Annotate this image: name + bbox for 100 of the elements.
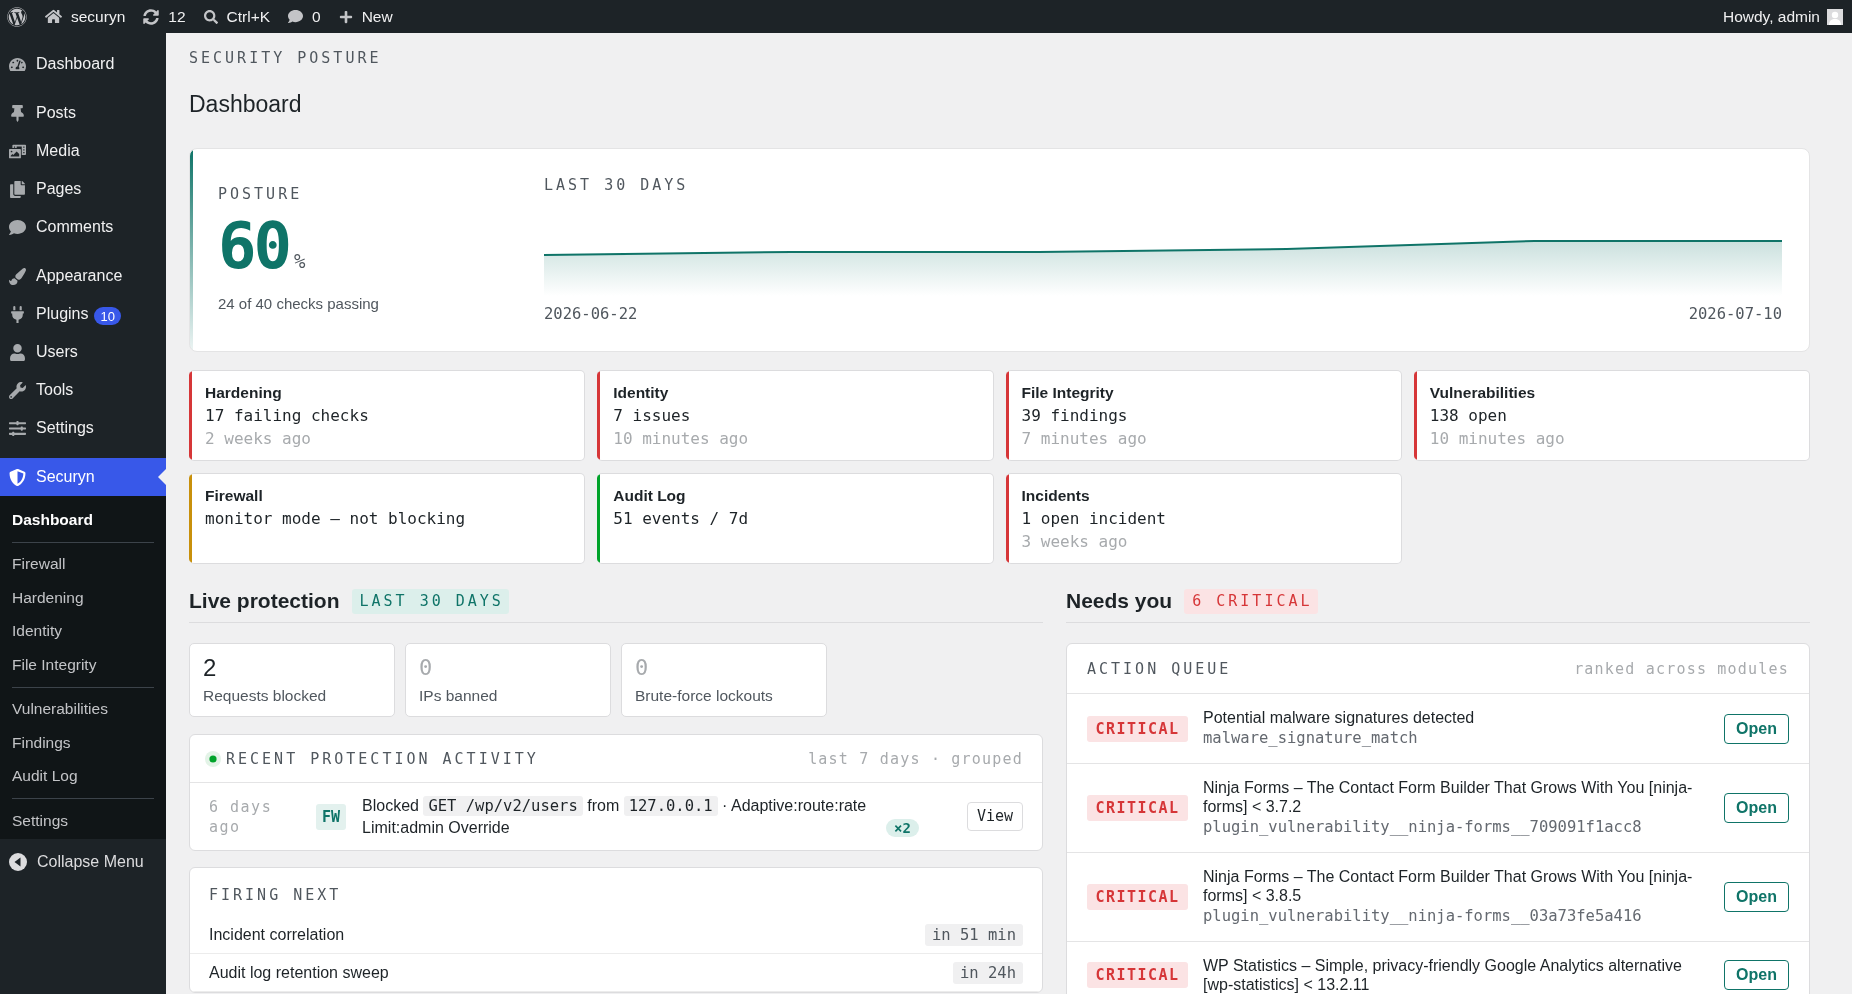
comments-link[interactable]: 0	[288, 6, 321, 27]
module-summary: 17 failing checks	[205, 405, 370, 427]
submenu-item[interactable]: Identity	[0, 614, 166, 648]
queue-title: ACTION QUEUE	[1087, 659, 1232, 678]
logo-icon[interactable]	[7, 6, 27, 27]
finding-title: WP Statistics – Simple, privacy-friendly Google Analytics alternative [wp-statistics] < 13.2.11	[1203, 956, 1683, 994]
module-updated: 3 weeks ago	[1021, 531, 1129, 553]
job-name: Incident correlation	[209, 925, 345, 944]
submenu-item[interactable]: Findings	[0, 726, 166, 760]
refresh-icon	[143, 8, 160, 25]
module-title: Incidents	[1021, 486, 1091, 506]
submenu-item[interactable]: Firewall	[0, 547, 166, 581]
module-updated: 2 weeks ago	[205, 428, 312, 450]
module-summary: 1 open incident	[1021, 508, 1167, 530]
section-title: Live protection	[189, 588, 340, 614]
submenu-item[interactable]: Dashboard	[0, 503, 166, 537]
wrench-icon	[9, 381, 26, 399]
new-content-link[interactable]: New	[338, 6, 393, 27]
search-icon	[203, 9, 218, 24]
menu-item[interactable]: Tools	[0, 371, 166, 409]
menu-item[interactable]: Appearance	[0, 257, 166, 295]
finding-title: Ninja Forms – The Contact Form Builder That Grows With You [ninja-forms] < 3.8.5	[1203, 867, 1694, 905]
collapse-menu-button[interactable]: Collapse Menu	[0, 842, 166, 881]
module-title: Audit Log	[613, 486, 687, 506]
severity-tag: CRITICAL	[1087, 962, 1188, 988]
stat-label: IPs banned	[419, 686, 499, 706]
count-tag: ×2	[886, 819, 919, 837]
range-tag: LAST 30 DAYS	[351, 588, 509, 614]
finding-title: Potential malware signatures detected	[1203, 708, 1476, 727]
gauge-icon	[9, 55, 26, 73]
menu-item[interactable]: Dashboard	[0, 45, 166, 83]
module-summary: 138 open	[1429, 405, 1508, 427]
menu-item[interactable]: Securyn	[0, 458, 166, 496]
menu-item[interactable]: Settings	[0, 409, 166, 447]
job-name: Audit log retention sweep	[209, 963, 389, 982]
menu-item[interactable]: Comments	[0, 208, 166, 246]
severity-tag: CRITICAL	[1087, 715, 1188, 742]
module-title: Hardening	[205, 383, 283, 403]
stat-value: 2	[203, 653, 218, 683]
module-title: File Integrity	[1021, 383, 1115, 403]
avatar-icon[interactable]	[1827, 8, 1843, 25]
count-badge: 10	[94, 307, 121, 325]
stat-value: 0	[635, 654, 650, 682]
finding-code: plugin_vulnerability__ninja-forms__03a73fe5a416	[1203, 906, 1643, 927]
event-time: 6 days ago	[209, 796, 274, 837]
view-button[interactable]: View	[966, 802, 1023, 831]
submenu-item[interactable]: Hardening	[0, 581, 166, 615]
posture-caption: 24 of 40 checks passing	[218, 295, 380, 313]
event-message: Blocked GET /wp/v2/users from 127.0.0.1 · Adaptive:route:rate Limit:admin Override	[362, 795, 868, 838]
page-eyebrow: SECURITY POSTURE	[189, 49, 383, 67]
user-icon	[9, 343, 26, 361]
account-link[interactable]: Howdy, admin	[1722, 6, 1843, 27]
menu-item[interactable]: Media	[0, 132, 166, 170]
source-tag: FW	[316, 803, 347, 830]
module-updated: 7 minutes ago	[1021, 428, 1148, 450]
sliders-icon	[9, 419, 26, 437]
stat-value: 0	[419, 654, 434, 682]
updates-link[interactable]: 12	[143, 6, 186, 27]
plus-icon	[338, 9, 353, 24]
finding-code: plugin_vulnerability__ninja-forms__709091f1acc8	[1203, 817, 1643, 838]
shield-icon	[9, 468, 26, 486]
menu-item[interactable]: Posts	[0, 94, 166, 132]
activity-scope: last 7 days · grouped	[808, 749, 1023, 768]
pin-icon	[9, 104, 26, 122]
due-tag: in 24h	[953, 961, 1023, 984]
module-title: Firewall	[205, 486, 264, 506]
range-end-date: 2026-07-10	[1688, 305, 1782, 323]
paintbrush-icon	[9, 267, 26, 285]
speech-bubble-icon	[288, 9, 304, 24]
home-icon	[45, 8, 62, 25]
plug-icon	[9, 305, 26, 323]
finding-title: Ninja Forms – The Contact Form Builder That Grows With You [ninja-forms] < 3.7.2	[1203, 778, 1694, 816]
menu-item[interactable]: Users	[0, 333, 166, 371]
module-title: Identity	[613, 383, 670, 403]
menu-item[interactable]: Pages	[0, 170, 166, 208]
stat-label: Requests blocked	[203, 686, 328, 706]
site-link[interactable]: securyn	[45, 6, 126, 27]
module-summary: monitor mode — not blocking	[205, 508, 467, 530]
range-start-date: 2026-06-22	[544, 305, 638, 323]
submenu-item[interactable]: File Integrity	[0, 648, 166, 682]
module-title: Vulnerabilities	[1429, 383, 1537, 403]
stat-label: Brute-force lockouts	[635, 686, 774, 706]
speech-bubble-icon	[9, 218, 26, 236]
open-button[interactable]: Open	[1724, 793, 1789, 823]
submenu-item[interactable]: Settings	[0, 804, 166, 838]
page-title: Dashboard	[189, 90, 303, 119]
open-button[interactable]: Open	[1724, 960, 1789, 990]
open-button[interactable]: Open	[1724, 882, 1789, 912]
submenu-item[interactable]: Audit Log	[0, 759, 166, 793]
search-link[interactable]: Ctrl+K	[203, 6, 271, 27]
module-summary: 7 issues	[613, 405, 692, 427]
open-button[interactable]: Open	[1724, 713, 1789, 744]
submenu-item[interactable]: Vulnerabilities	[0, 692, 166, 726]
schedule-title: FIRING NEXT	[208, 885, 343, 903]
photos-icon	[9, 142, 26, 160]
module-summary: 39 findings	[1021, 405, 1129, 427]
due-tag: in 51 min	[925, 923, 1023, 946]
posture-score: 60	[218, 211, 290, 281]
menu-item[interactable]: Plugins 10	[0, 295, 166, 333]
section-title: Needs you	[1066, 588, 1173, 614]
